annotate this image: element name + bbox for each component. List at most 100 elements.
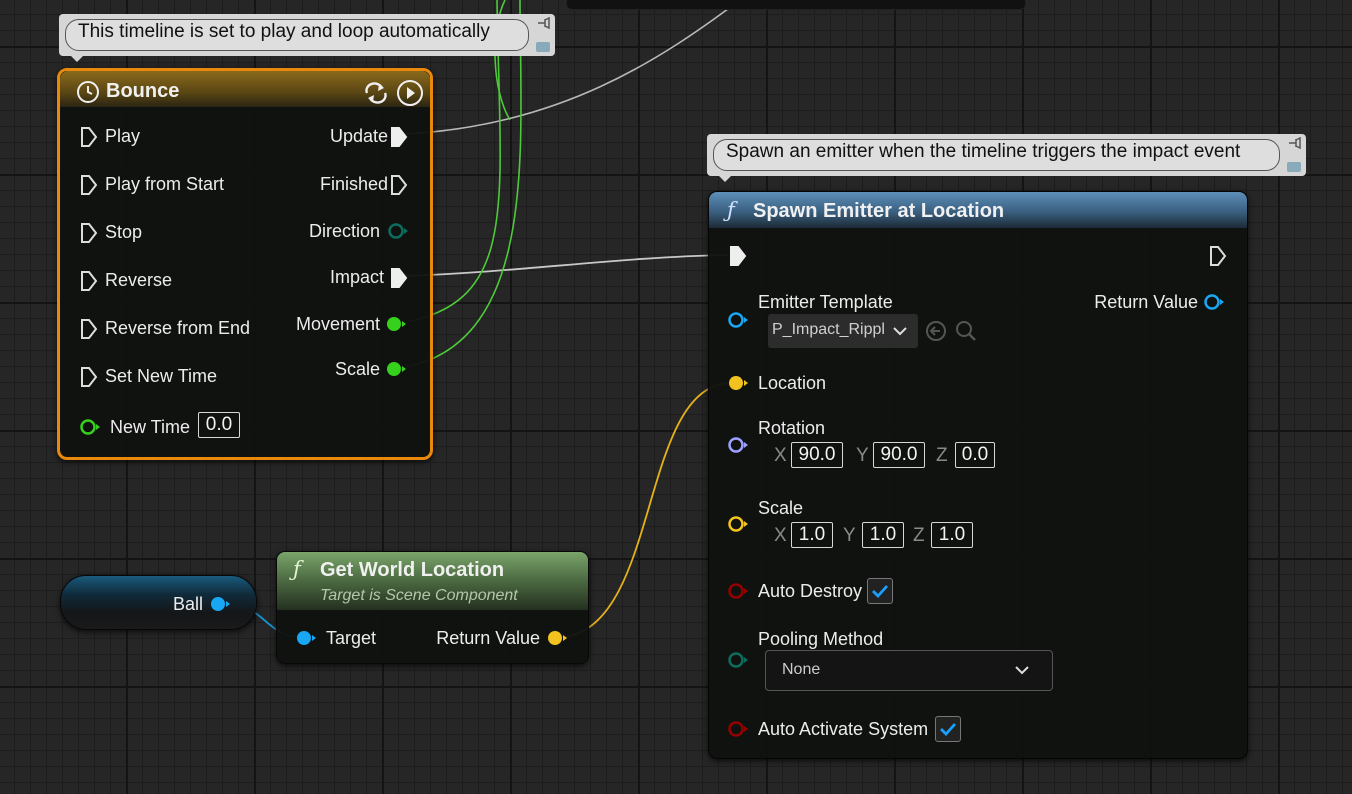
direction-enum-pin[interactable] [387, 221, 411, 241]
loop-icon[interactable] [362, 80, 390, 106]
function-icon: ƒ [293, 557, 301, 581]
ball-variable-label: Ball [173, 594, 204, 614]
play-from-start-exec-pin[interactable] [80, 174, 98, 196]
gwl-return-value-label: Return Value [436, 628, 540, 648]
location-vector-pin[interactable] [727, 373, 751, 393]
scale-y-axis-label: Y [843, 525, 856, 546]
emitter-template-value: P_Impact_Ripple [772, 321, 884, 338]
chevron-down-icon [893, 327, 907, 336]
offscreen-node-edge[interactable] [566, 0, 1026, 10]
browse-search-icon[interactable] [954, 319, 978, 343]
auto-destroy-label: Auto Destroy [758, 581, 863, 601]
ball-variable-node[interactable]: Ball [60, 575, 257, 630]
scale-vector-pin[interactable] [727, 514, 751, 534]
clock-icon [77, 81, 99, 103]
target-object-pin[interactable] [295, 628, 319, 648]
return-value-label: Return Value [1094, 292, 1198, 312]
checkmark-icon [940, 723, 957, 737]
emitter-template-label: Emitter Template [758, 292, 893, 312]
rotation-y-axis-label: Y [856, 445, 869, 466]
function-icon: ƒ [727, 198, 735, 222]
spawn-node-title: Spawn Emitter at Location [753, 200, 1005, 222]
ball-object-pin[interactable] [209, 594, 233, 614]
return-value-object-pin[interactable] [1203, 292, 1227, 312]
direction-pin-label: Direction [308, 221, 380, 241]
timeline-comment-text[interactable]: This timeline is set to play and loop au… [65, 19, 529, 51]
target-label: Target [326, 628, 377, 648]
spawn-exec-out-pin[interactable] [1209, 245, 1227, 267]
comment-tail [71, 56, 83, 62]
checkmark-icon [872, 585, 889, 599]
rotation-x-input[interactable]: 90.0 [791, 442, 843, 468]
set-new-time-exec-pin[interactable] [80, 366, 98, 388]
reverse-exec-pin[interactable] [80, 270, 98, 292]
timeline-node-title: Bounce [106, 80, 180, 102]
emitter-template-asset-picker[interactable]: P_Impact_Ripple [768, 314, 918, 348]
movement-float-pin[interactable] [385, 314, 409, 334]
stop-exec-pin[interactable] [80, 222, 98, 244]
auto-destroy-checkbox[interactable] [867, 578, 893, 604]
play-exec-pin[interactable] [80, 126, 98, 148]
pin-icon[interactable] [537, 17, 551, 29]
auto-destroy-bool-pin[interactable] [727, 581, 751, 601]
pooling-method-enum-pin[interactable] [727, 650, 751, 670]
play-pin-label: Play [105, 126, 141, 146]
comment-tail [719, 176, 731, 182]
impact-exec-pin[interactable] [390, 267, 408, 289]
rotation-label: Rotation [758, 418, 826, 438]
play-from-start-pin-label: Play from Start [105, 174, 225, 194]
use-selected-asset-icon[interactable] [925, 320, 947, 342]
comment-more-icon[interactable] [1287, 162, 1301, 172]
finished-pin-label: Finished [319, 174, 388, 194]
rotation-z-axis-label: Z [936, 445, 948, 466]
auto-activate-bool-pin[interactable] [727, 719, 751, 739]
chevron-down-icon [1015, 666, 1029, 675]
scale-z-axis-label: Z [913, 525, 925, 546]
get-world-location-title: Get World Location [320, 559, 505, 581]
reverse-from-end-exec-pin[interactable] [80, 318, 98, 340]
impact-pin-label: Impact [329, 267, 384, 287]
pooling-method-dropdown[interactable]: None [765, 650, 1053, 691]
autoplay-icon[interactable] [396, 79, 424, 107]
pin-icon[interactable] [1288, 137, 1302, 149]
scale-x-input[interactable]: 1.0 [791, 522, 833, 548]
timeline-node-bounce[interactable]: Bounce Play Play from Start Stop Reverse… [57, 68, 433, 460]
scale-output-pin-label: Scale [334, 359, 380, 379]
auto-activate-checkbox[interactable] [935, 716, 961, 742]
wire-location-yellow [565, 382, 729, 638]
finished-exec-pin[interactable] [390, 174, 408, 196]
scale-z-input[interactable]: 1.0 [931, 522, 973, 548]
spawn-comment[interactable]: Spawn an emitter when the timeline trigg… [707, 134, 1306, 182]
wire-impact-exec [404, 254, 728, 277]
scale-x-axis-label: X [774, 525, 787, 546]
scale-y-input[interactable]: 1.0 [862, 522, 904, 548]
comment-more-icon[interactable] [536, 42, 550, 52]
get-world-location-node[interactable]: ƒ Get World Location Target is Scene Com… [276, 551, 589, 664]
spawn-comment-text[interactable]: Spawn an emitter when the timeline trigg… [713, 139, 1280, 171]
pooling-method-label: Pooling Method [758, 629, 884, 649]
rotation-y-input[interactable]: 90.0 [873, 442, 925, 468]
rotation-rotator-pin[interactable] [727, 435, 751, 455]
update-exec-pin[interactable] [390, 126, 408, 148]
location-label: Location [758, 373, 827, 393]
gwl-return-vector-pin[interactable] [546, 628, 570, 648]
new-time-float-pin[interactable] [79, 417, 103, 437]
rotation-z-input[interactable]: 0.0 [955, 442, 995, 468]
set-new-time-pin-label: Set New Time [105, 366, 218, 386]
rotation-x-axis-label: X [774, 445, 787, 466]
reverse-pin-label: Reverse [105, 270, 173, 290]
scale-input-label: Scale [758, 498, 804, 518]
spawn-emitter-node[interactable]: ƒ Spawn Emitter at Location Emitter Temp… [708, 191, 1248, 759]
new-time-input[interactable]: 0.0 [198, 412, 240, 438]
new-time-label: New Time [110, 417, 191, 437]
movement-pin-label: Movement [295, 314, 380, 334]
pooling-method-value: None [782, 661, 821, 678]
timeline-comment[interactable]: This timeline is set to play and loop au… [59, 14, 555, 62]
reverse-from-end-pin-label: Reverse from End [105, 318, 251, 338]
spawn-exec-in-pin[interactable] [729, 245, 747, 267]
get-world-location-subtitle: Target is Scene Component [320, 587, 518, 604]
emitter-template-object-pin[interactable] [727, 310, 751, 330]
scale-float-pin[interactable] [385, 359, 409, 379]
update-pin-label: Update [329, 126, 388, 146]
auto-activate-label: Auto Activate System [758, 719, 929, 739]
